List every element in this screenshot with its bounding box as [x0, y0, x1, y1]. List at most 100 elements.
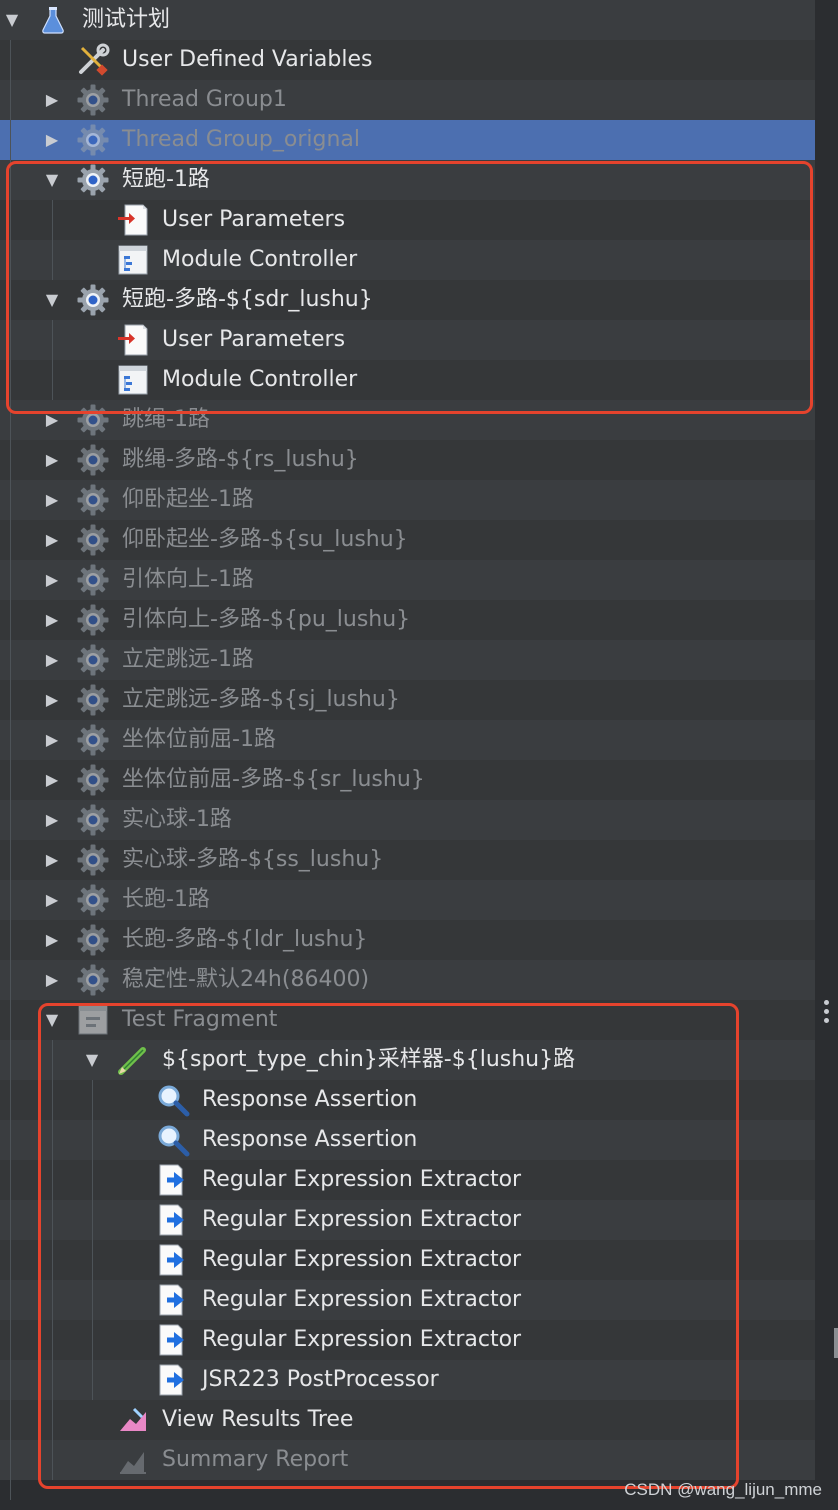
tree-node[interactable]: JSR223 PostProcessor [0, 1360, 815, 1400]
splitter-handle[interactable] [834, 1328, 838, 1358]
expand-arrow-down-icon[interactable]: ▼ [2, 0, 22, 40]
more-options-icon[interactable] [822, 1000, 830, 1028]
gear-icon [76, 443, 110, 477]
tree-node[interactable]: View Results Tree [0, 1400, 815, 1440]
tree-node[interactable]: Module Controller [0, 360, 815, 400]
tree-node-label: View Results Tree [162, 1407, 354, 1432]
tree-node[interactable]: ▶ 坐体位前屈-多路-${sr_lushu} [0, 760, 815, 800]
extractor-icon [156, 1283, 190, 1317]
tree-node[interactable]: ▶ 稳定性-默认24h(86400) [0, 960, 815, 1000]
gear-icon [76, 643, 110, 677]
tree-node[interactable]: ▼ ${sport_type_chin}采样器-${lushu}路 [0, 1040, 815, 1080]
tree-node[interactable]: ▶ 立定跳远-多路-${sj_lushu} [0, 680, 815, 720]
tree-node[interactable]: ▼ 测试计划 [0, 0, 815, 40]
test-fragment-icon [76, 1003, 110, 1037]
tree-node[interactable]: ▶ 实心球-多路-${ss_lushu} [0, 840, 815, 880]
tree-node[interactable]: Response Assertion [0, 1120, 815, 1160]
expand-arrow-right-icon[interactable]: ▶ [42, 480, 62, 520]
tree-node-label: 短跑-1路 [122, 167, 210, 192]
results-tree-icon [116, 1403, 150, 1437]
tree-node-label: Regular Expression Extractor [202, 1287, 522, 1312]
expand-arrow-right-icon[interactable]: ▶ [42, 680, 62, 720]
tree-node[interactable]: Regular Expression Extractor [0, 1280, 815, 1320]
tree-node[interactable]: User Defined Variables [0, 40, 815, 80]
expand-arrow-right-icon[interactable]: ▶ [42, 920, 62, 960]
tree-node[interactable]: User Parameters [0, 320, 815, 360]
tree-node[interactable]: ▶ 仰卧起坐-1路 [0, 480, 815, 520]
tree-node-label: 长跑-1路 [122, 887, 210, 912]
tree-node[interactable]: ▼ 短跑-1路 [0, 160, 815, 200]
expand-arrow-right-icon[interactable]: ▶ [42, 880, 62, 920]
extractor-icon [156, 1363, 190, 1397]
expand-arrow-right-icon[interactable]: ▶ [42, 840, 62, 880]
gear-icon [76, 163, 110, 197]
tree-node-label: 立定跳远-多路-${sj_lushu} [122, 687, 400, 712]
expand-arrow-right-icon[interactable]: ▶ [42, 560, 62, 600]
expand-arrow-right-icon[interactable]: ▶ [42, 520, 62, 560]
tree-node-label: Regular Expression Extractor [202, 1207, 522, 1232]
tree-node[interactable]: User Parameters [0, 200, 815, 240]
gear-icon [76, 483, 110, 517]
tree-node[interactable]: Summary Report [0, 1440, 815, 1480]
gear-icon [76, 603, 110, 637]
tree-node[interactable]: ▶ 长跑-1路 [0, 880, 815, 920]
tree-node[interactable]: ▶ 仰卧起坐-多路-${su_lushu} [0, 520, 815, 560]
tree-node-label: User Parameters [162, 207, 346, 232]
gear-icon [76, 763, 110, 797]
expand-arrow-right-icon[interactable]: ▶ [42, 400, 62, 440]
tree-node[interactable]: Response Assertion [0, 1080, 815, 1120]
tree-node[interactable]: Module Controller [0, 240, 815, 280]
tree-node[interactable]: Regular Expression Extractor [0, 1240, 815, 1280]
tree-node[interactable]: Regular Expression Extractor [0, 1320, 815, 1360]
gear-icon [76, 883, 110, 917]
expand-arrow-right-icon[interactable]: ▶ [42, 120, 62, 160]
tree-node-label: 短跑-多路-${sdr_lushu} [122, 287, 373, 312]
expand-arrow-down-icon[interactable]: ▼ [42, 160, 62, 200]
tree-node-label: 仰卧起坐-多路-${su_lushu} [122, 527, 408, 552]
tree-node[interactable]: Regular Expression Extractor [0, 1200, 815, 1240]
tree-node-label: 长跑-多路-${ldr_lushu} [122, 927, 368, 952]
tree-node[interactable]: ▼ Test Fragment [0, 1000, 815, 1040]
tree-node[interactable]: ▶ 跳绳-1路 [0, 400, 815, 440]
module-controller-icon [116, 243, 150, 277]
expand-arrow-down-icon[interactable]: ▼ [82, 1040, 102, 1080]
tree-node-label: 跳绳-多路-${rs_lushu} [122, 447, 359, 472]
guide-line-root [10, 40, 11, 1500]
gear-icon [76, 523, 110, 557]
expand-arrow-right-icon[interactable]: ▶ [42, 600, 62, 640]
watermark: CSDN @wang_lijun_mme [624, 1480, 822, 1499]
tree-node[interactable]: ▶ 立定跳远-1路 [0, 640, 815, 680]
tree-node[interactable]: ▶ 长跑-多路-${ldr_lushu} [0, 920, 815, 960]
tree-node-label: 仰卧起坐-1路 [122, 487, 254, 512]
guide-line-short-run-multi [52, 320, 53, 400]
expand-arrow-down-icon[interactable]: ▼ [42, 1000, 62, 1040]
gear-icon [76, 403, 110, 437]
tree-node[interactable]: ▶ 坐体位前屈-1路 [0, 720, 815, 760]
expand-arrow-right-icon[interactable]: ▶ [42, 440, 62, 480]
expand-arrow-right-icon[interactable]: ▶ [42, 800, 62, 840]
gear-icon [76, 803, 110, 837]
tree-node-label: ${sport_type_chin}采样器-${lushu}路 [162, 1047, 576, 1072]
tree-node[interactable]: ▶ Thread Group_orignal [0, 120, 815, 160]
test-plan-tree[interactable]: ▼ 测试计划 User Defined Variables ▶ Thread Group… [0, 0, 815, 1480]
tree-node-label: Regular Expression Extractor [202, 1327, 522, 1352]
tree-node[interactable]: ▼ 短跑-多路-${sdr_lushu} [0, 280, 815, 320]
tree-node-label: 引体向上-1路 [122, 567, 254, 592]
expand-arrow-right-icon[interactable]: ▶ [42, 760, 62, 800]
tree-node-label: User Parameters [162, 327, 346, 352]
expand-arrow-down-icon[interactable]: ▼ [42, 280, 62, 320]
tree-node-label: Module Controller [162, 367, 358, 392]
tree-node[interactable]: ▶ Thread Group1 [0, 80, 815, 120]
expand-arrow-right-icon[interactable]: ▶ [42, 960, 62, 1000]
gear-icon [76, 123, 110, 157]
expand-arrow-right-icon[interactable]: ▶ [42, 720, 62, 760]
tree-node[interactable]: ▶ 引体向上-多路-${pu_lushu} [0, 600, 815, 640]
tree-node-label: 稳定性-默认24h(86400) [122, 967, 370, 992]
user-parameters-icon [116, 323, 150, 357]
tree-node[interactable]: Regular Expression Extractor [0, 1160, 815, 1200]
tree-node[interactable]: ▶ 实心球-1路 [0, 800, 815, 840]
expand-arrow-right-icon[interactable]: ▶ [42, 80, 62, 120]
tree-node[interactable]: ▶ 跳绳-多路-${rs_lushu} [0, 440, 815, 480]
tree-node[interactable]: ▶ 引体向上-1路 [0, 560, 815, 600]
expand-arrow-right-icon[interactable]: ▶ [42, 640, 62, 680]
